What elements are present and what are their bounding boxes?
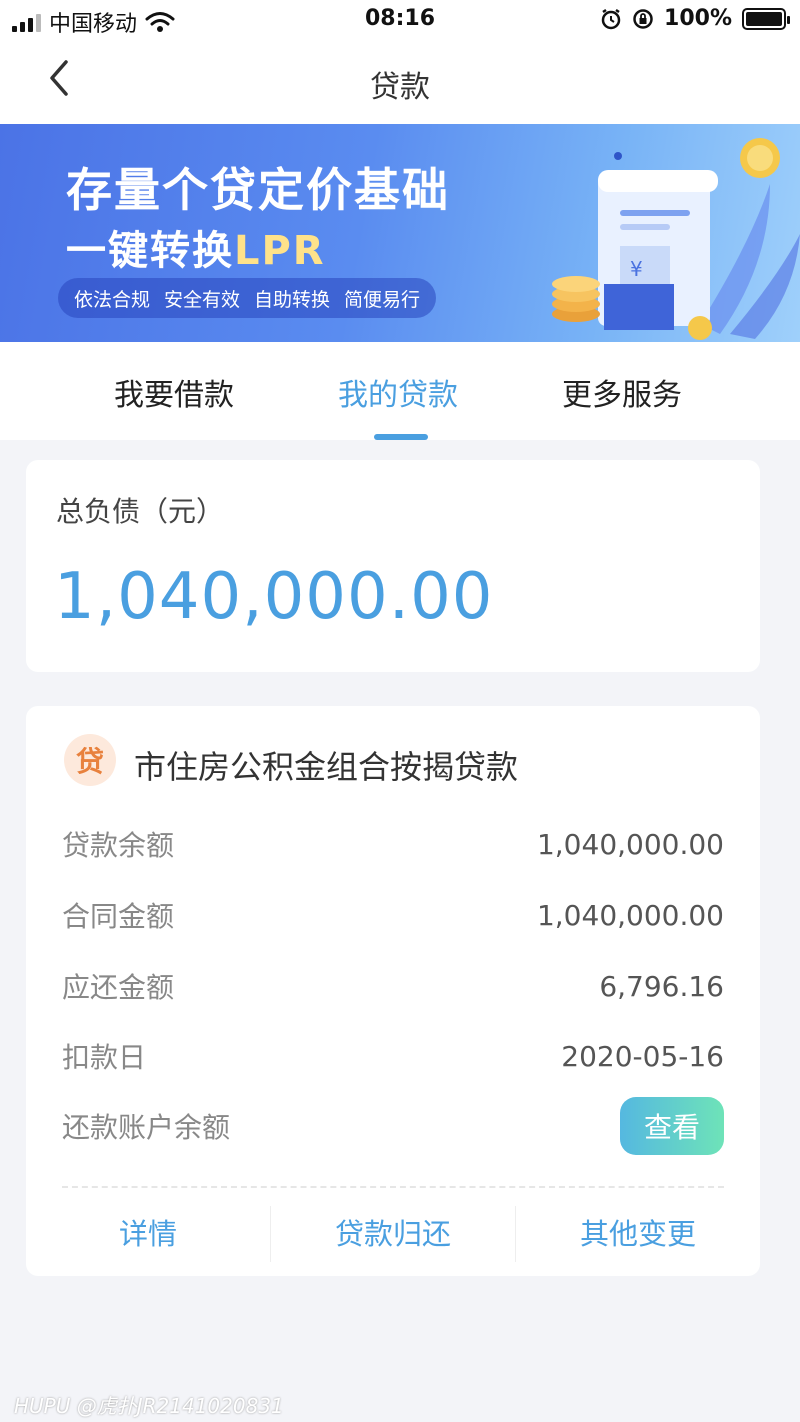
banner-tag: 简便易行 (344, 288, 421, 311)
tab-more-services[interactable]: 更多服务 (502, 370, 742, 414)
active-tab-indicator (374, 434, 428, 440)
status-right: 100% (600, 6, 790, 31)
loan-row-contract-amount: 合同金额 1,040,000.00 (62, 895, 724, 935)
details-button[interactable]: 详情 (26, 1211, 270, 1253)
repay-loan-button[interactable]: 贷款归还 (271, 1211, 515, 1253)
total-debt-value: 1,040,000.00 (54, 560, 494, 634)
divider (62, 1186, 724, 1188)
row-label: 贷款余额 (62, 829, 175, 862)
status-bar: 中国移动 08:16 100% (0, 0, 800, 40)
other-changes-button[interactable]: 其他变更 (516, 1211, 760, 1253)
loan-row-amount-due: 应还金额 6,796.16 (62, 966, 724, 1006)
banner-tag: 自助转换 (254, 288, 331, 311)
nav-bar: 贷款 (0, 40, 800, 124)
row-label: 还款账户余额 (62, 1111, 231, 1144)
tab-my-loans[interactable]: 我的贷款 (278, 370, 518, 414)
total-debt-label: 总负债（元） (56, 495, 225, 528)
banner-headline: 存量个贷定价基础 (66, 163, 450, 217)
banner-tags: 依法合规 安全有效 自助转换 简便易行 (58, 278, 437, 318)
banner-tag: 安全有效 (164, 288, 241, 311)
promo-banner[interactable]: 存量个贷定价基础 一键转换LPR 依法合规 安全有效 自助转换 简便易行 ¥ (0, 124, 800, 342)
page-title: 贷款 (370, 70, 430, 105)
row-value: 1,040,000.00 (536, 898, 724, 932)
loan-row-balance: 贷款余额 1,040,000.00 (62, 824, 724, 864)
banner-subheadline-highlight: LPR (234, 228, 326, 274)
total-debt-card: 总负债（元） 1,040,000.00 (26, 460, 760, 672)
tab-bar: 我要借款 我的贷款 更多服务 (0, 342, 800, 440)
loan-row-debit-date: 扣款日 2020-05-16 (62, 1036, 724, 1076)
loan-title: 市住房公积金组合按揭贷款 (134, 748, 519, 786)
row-value: 1,040,000.00 (536, 827, 724, 861)
alarm-icon (601, 8, 621, 29)
row-value: 2020-05-16 (561, 1039, 724, 1073)
row-label: 扣款日 (62, 1041, 147, 1074)
row-label: 合同金额 (62, 900, 175, 933)
banner-tag: 依法合规 (74, 288, 151, 311)
watermark: HUPU @虎扑JR2141020831 (14, 1394, 284, 1418)
banner-subheadline-prefix: 一键转换 (66, 228, 234, 274)
row-label: 应还金额 (62, 971, 175, 1004)
loan-row-account-balance: 还款账户余额 查看 (62, 1097, 724, 1155)
loan-badge-icon: 贷 (64, 734, 116, 786)
loan-card: 贷 市住房公积金组合按揭贷款 贷款余额 1,040,000.00 合同金额 1,… (26, 706, 760, 1276)
tab-borrow[interactable]: 我要借款 (54, 370, 294, 414)
document-illustration-icon: ¥ (552, 138, 800, 340)
row-value: 6,796.16 (599, 969, 724, 1003)
svg-text:¥: ¥ (630, 257, 643, 281)
view-balance-button[interactable]: 查看 (620, 1097, 724, 1155)
battery-percent: 100% (664, 6, 732, 31)
battery-icon (742, 7, 790, 30)
banner-subheadline: 一键转换LPR (66, 218, 326, 276)
rotation-lock-icon (633, 8, 653, 29)
